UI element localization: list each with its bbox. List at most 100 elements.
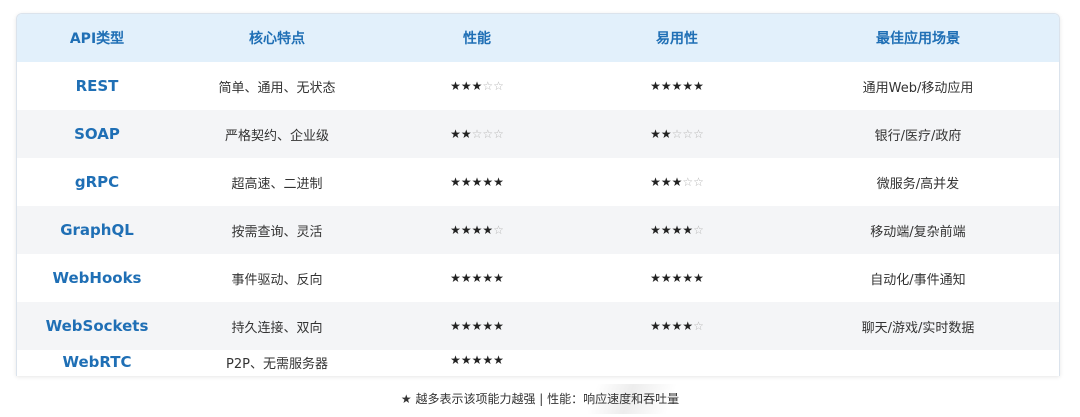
star-rating: ★★★★☆ [450,223,504,237]
table-row: gRPC 超高速、二进制 ★★★★★ ★★★☆☆ 微服务/高并发 [17,158,1059,206]
star-filled-icon: ★ [460,318,472,333]
cell-api-name: gRPC [74,173,120,191]
star-filled-icon: ★ [493,174,504,189]
star-rating: ★★★★★ [450,353,504,367]
cell-api-name: WebSockets [45,317,149,335]
cell-performance: ★★★★★ [377,254,577,302]
star-filled-icon: ★ [650,78,661,93]
star-filled-icon: ★ [660,78,672,93]
cell-api-name: WebHooks [52,269,142,287]
star-filled-icon: ★ [660,270,672,285]
star-filled-icon: ★ [471,222,483,237]
star-empty-icon: ☆ [493,222,504,237]
star-filled-icon: ★ [660,126,672,141]
star-filled-icon: ★ [471,78,483,93]
cell-feature: 严格契约、企业级 [224,128,329,144]
cell-ease: ★★★★☆ [577,206,777,254]
star-filled-icon: ★ [450,318,461,333]
star-empty-icon: ☆ [693,174,704,189]
header-best-scenario: 最佳应用场景 [876,31,960,47]
cell-scenario [777,350,1059,376]
header-api-type: API类型 [69,31,125,47]
star-rating: ★★★☆☆ [650,175,704,189]
star-filled-icon: ★ [693,270,704,285]
cell-ease: ★★★★★ [577,62,777,110]
cell-performance: ★★★★☆ [377,206,577,254]
cell-scenario: 聊天/游戏/实时数据 [861,320,975,336]
table-row: WebHooks 事件驱动、反向 ★★★★★ ★★★★★ 自动化/事件通知 [17,254,1059,302]
star-filled-icon: ★ [493,270,504,285]
api-comparison-table: API类型 核心特点 性能 易用性 最佳应用场景 REST 简单、通用、无状态 ★★… [17,14,1059,376]
cell-scenario: 移动端/复杂前端 [870,224,966,240]
table-row: WebSockets 持久连接、双向 ★★★★★ ★★★★☆ 聊天/游戏/实时数据 [17,302,1059,350]
table-row: GraphQL 按需查询、灵活 ★★★★☆ ★★★★☆ 移动端/复杂前端 [17,206,1059,254]
header-performance: 性能 [463,31,491,47]
star-filled-icon: ★ [660,174,672,189]
star-filled-icon: ★ [671,318,683,333]
cell-performance: ★★★☆☆ [377,62,577,110]
star-empty-icon: ☆ [482,126,494,141]
star-filled-icon: ★ [460,270,472,285]
star-filled-icon: ★ [682,318,694,333]
star-filled-icon: ★ [460,222,472,237]
cell-performance: ★★★★★ [377,158,577,206]
cell-scenario: 自动化/事件通知 [870,272,966,288]
cell-scenario: 通用Web/移动应用 [862,80,974,96]
star-filled-icon: ★ [471,174,483,189]
cell-api-name: GraphQL [60,221,134,239]
star-filled-icon: ★ [471,353,483,367]
star-rating: ★★☆☆☆ [450,127,504,141]
star-filled-icon: ★ [650,126,661,141]
table-row: WebRTC P2P、无需服务器 ★★★★★ [17,350,1059,376]
table-row: REST 简单、通用、无状态 ★★★☆☆ ★★★★★ 通用Web/移动应用 [17,62,1059,110]
star-filled-icon: ★ [493,318,504,333]
star-filled-icon: ★ [493,353,504,367]
star-filled-icon: ★ [650,318,661,333]
cell-ease [577,350,777,376]
star-rating: ★★★★★ [650,271,704,285]
table-header-row: API类型 核心特点 性能 易用性 最佳应用场景 [17,14,1059,62]
cell-ease: ★★☆☆☆ [577,110,777,158]
star-filled-icon: ★ [460,78,472,93]
star-rating: ★★★★★ [650,79,704,93]
star-filled-icon: ★ [450,78,461,93]
star-rating: ★★★★★ [450,319,504,333]
star-empty-icon: ☆ [693,318,704,333]
star-empty-icon: ☆ [693,126,704,141]
footnote: ★ 越多表示该项能力越强 | 性能：响应速度和吞吐量 [400,392,680,406]
star-filled-icon: ★ [450,270,461,285]
star-filled-icon: ★ [450,222,461,237]
cell-scenario: 微服务/高并发 [876,176,960,192]
star-filled-icon: ★ [460,353,472,367]
star-rating: ★★★★★ [450,175,504,189]
star-filled-icon: ★ [450,353,461,367]
star-filled-icon: ★ [460,174,472,189]
header-core-features: 核心特点 [249,31,305,47]
cell-performance: ★★★★★ [377,302,577,350]
api-comparison-table-card: API类型 核心特点 性能 易用性 最佳应用场景 REST 简单、通用、无状态 ★★… [16,13,1060,376]
star-filled-icon: ★ [482,222,494,237]
star-empty-icon: ☆ [471,126,483,141]
star-filled-icon: ★ [482,353,494,367]
star-empty-icon: ☆ [493,78,504,93]
star-filled-icon: ★ [460,126,472,141]
star-empty-icon: ☆ [682,126,694,141]
cell-scenario: 银行/医疗/政府 [874,128,962,144]
star-filled-icon: ★ [671,222,683,237]
star-filled-icon: ★ [660,222,672,237]
cell-api-name: WebRTC [62,353,132,371]
star-filled-icon: ★ [682,270,694,285]
star-filled-icon: ★ [650,222,661,237]
star-rating: ★★★★★ [450,271,504,285]
star-filled-icon: ★ [450,174,461,189]
star-filled-icon: ★ [450,126,461,141]
cell-api-name: SOAP [74,125,120,143]
star-empty-icon: ☆ [693,222,704,237]
cell-feature: 持久连接、双向 [231,320,323,336]
star-empty-icon: ☆ [682,174,694,189]
star-empty-icon: ☆ [671,126,683,141]
star-filled-icon: ★ [650,174,661,189]
star-rating: ★★☆☆☆ [650,127,704,141]
star-filled-icon: ★ [650,270,661,285]
star-filled-icon: ★ [682,78,694,93]
